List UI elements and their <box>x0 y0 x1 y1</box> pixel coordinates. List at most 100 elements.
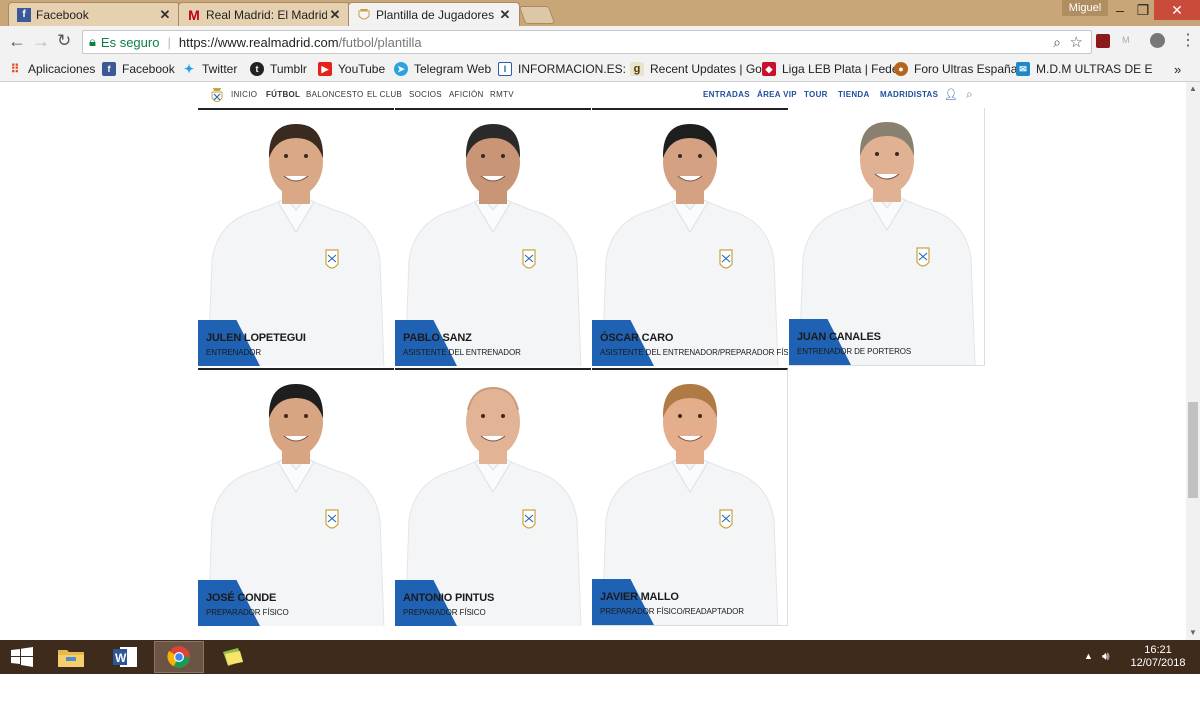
staff-caption: JULEN LOPETEGUI ENTRENADOR <box>198 320 394 366</box>
address-bar[interactable]: 🔒︎ Es seguro | https://www.realmadrid.co… <box>82 30 1092 54</box>
staff-first-name: JOSÉ <box>206 592 235 604</box>
staff-last-name: LOPETEGUI <box>243 332 306 344</box>
staff-card[interactable]: JUAN CANALES ENTRENADOR DE PORTEROS <box>789 108 985 366</box>
minimize-button[interactable]: – <box>1108 0 1132 20</box>
staff-role: PREPARADOR FÍSICO <box>403 608 486 617</box>
close-tab-icon[interactable]: ✕ <box>327 7 343 23</box>
bookmark-youtube[interactable]: ▶ YouTube <box>318 62 385 76</box>
close-window-button[interactable]: ✕ <box>1154 0 1200 20</box>
chat-icon: ✉ <box>1016 62 1030 76</box>
bookmark-label: Aplicaciones <box>28 62 96 76</box>
user-icon[interactable]: 👤︎ <box>944 88 958 101</box>
back-arrow-icon[interactable]: ← <box>8 31 26 52</box>
volume-icon[interactable]: 🔊︎ <box>1102 649 1110 664</box>
scrollbar-thumb[interactable] <box>1188 402 1198 498</box>
scroll-up-icon[interactable]: ▲ <box>1189 84 1197 93</box>
ublock-extension-icon[interactable] <box>1096 34 1110 48</box>
scroll-down-icon[interactable]: ▼ <box>1189 628 1197 637</box>
staff-card[interactable]: JULEN LOPETEGUI ENTRENADOR <box>198 108 394 366</box>
word-icon[interactable]: W <box>100 641 150 673</box>
nav-entradas[interactable]: ENTRADAS <box>703 90 750 99</box>
staff-name: JAVIER MALLO <box>600 591 679 603</box>
menu-kebab-icon[interactable]: ⋮ <box>1180 30 1196 50</box>
bookmark-apps[interactable]: ⠿ Aplicaciones <box>8 62 96 76</box>
tab-marca[interactable]: M Real Madrid: El Madrid cc ✕ <box>178 2 350 26</box>
chrome-icon[interactable] <box>154 641 204 673</box>
bookmark-goodreads[interactable]: g Recent Updates | Go <box>630 62 762 76</box>
bottom-margin <box>0 674 1200 706</box>
profile-button[interactable]: Miguel <box>1062 0 1108 16</box>
reload-icon[interactable]: ↻ <box>57 31 71 51</box>
nav-inicio[interactable]: INICIO <box>231 90 257 99</box>
bookmark-foro[interactable]: ● Foro Ultras España <box>894 62 1017 76</box>
bookmark-label: Telegram Web <box>414 62 492 76</box>
staff-card[interactable]: ANTONIO PINTUS PREPARADOR FÍSICO <box>395 368 591 626</box>
bookmark-label: Foro Ultras España <box>914 62 1018 76</box>
bookmark-tumblr[interactable]: t Tumblr <box>250 62 307 76</box>
staff-name: ÓSCAR CARO <box>600 332 673 344</box>
lock-icon: 🔒︎ <box>89 34 96 49</box>
staff-last-name: CANALES <box>829 331 881 343</box>
close-tab-icon[interactable]: ✕ <box>157 7 173 23</box>
telegram-icon: ➤ <box>394 62 408 76</box>
extension-icon[interactable]: M <box>1122 35 1130 45</box>
restore-button[interactable]: ❐ <box>1132 0 1154 20</box>
nav-futbol[interactable]: FÚTBOL <box>266 90 300 99</box>
tray-overflow-icon[interactable]: ▲ <box>1084 651 1093 661</box>
tumblr-icon: t <box>250 62 264 76</box>
page-scrollbar[interactable]: ▲ ▼ <box>1186 82 1200 640</box>
site-navigation: INICIO FÚTBOL BALONCESTO EL CLUB SOCIOS … <box>198 82 985 108</box>
staff-card[interactable]: ÓSCAR CARO ASISTENTE DEL ENTRENADOR/PREPA… <box>592 108 788 366</box>
sticky-notes-icon[interactable] <box>208 641 258 673</box>
nav-baloncesto[interactable]: BALONCESTO <box>306 90 364 99</box>
nav-aficion[interactable]: AFICIÓN <box>449 90 484 99</box>
staff-role: ENTRENADOR DE PORTEROS <box>797 347 912 356</box>
system-clock[interactable]: 16:21 12/07/2018 <box>1128 644 1188 670</box>
staff-card[interactable]: PABLO SANZ ASISTENTE DEL ENTRENADOR <box>395 108 591 366</box>
forward-arrow-icon[interactable]: → <box>32 31 50 52</box>
nav-tienda[interactable]: TIENDA <box>838 90 870 99</box>
staff-first-name: JUAN <box>797 331 827 343</box>
liga-icon: ◆ <box>762 62 776 76</box>
staff-card[interactable]: JAVIER MALLO PREPARADOR FÍSICO/READAPTADO… <box>592 368 788 626</box>
bookmark-label: YouTube <box>338 62 386 76</box>
staff-first-name: JAVIER <box>600 591 638 603</box>
bookmark-twitter[interactable]: ✦ Twitter <box>182 62 237 76</box>
staff-caption: JAVIER MALLO PREPARADOR FÍSICO/READAPTADO… <box>592 579 787 625</box>
close-tab-icon[interactable]: ✕ <box>497 7 513 23</box>
file-explorer-icon[interactable] <box>46 641 96 673</box>
svg-text:W: W <box>115 651 127 665</box>
bookmark-mdm[interactable]: ✉ M.D.M ULTRAS DE E <box>1016 62 1152 76</box>
bookmark-star-icon[interactable]: ☆ <box>1070 33 1083 51</box>
new-tab-button[interactable] <box>518 6 556 24</box>
staff-caption: ÓSCAR CARO ASISTENTE DEL ENTRENADOR/PREPA… <box>592 320 788 366</box>
nav-tour[interactable]: TOUR <box>804 90 828 99</box>
tab-facebook[interactable]: f Facebook ✕ <box>8 2 180 26</box>
bookmark-liga[interactable]: ◆ Liga LEB Plata | Fede <box>762 62 899 76</box>
extension-circle-icon[interactable] <box>1150 33 1165 48</box>
staff-first-name: PABLO <box>403 332 440 344</box>
bookmark-facebook[interactable]: f Facebook <box>102 62 175 76</box>
realmadrid-crest-icon[interactable] <box>210 87 224 107</box>
nav-area-vip[interactable]: ÁREA VIP <box>757 90 797 99</box>
tab-plantilla[interactable]: Plantilla de Jugadores de ✕ <box>348 2 520 26</box>
staff-role: ASISTENTE DEL ENTRENADOR <box>403 348 521 357</box>
windows-start-icon[interactable] <box>0 641 44 673</box>
zoom-icon[interactable]: ⌕ <box>1053 34 1061 51</box>
nav-socios[interactable]: SOCIOS <box>409 90 442 99</box>
tab-strip: f Facebook ✕ M Real Madrid: El Madrid cc… <box>0 0 1200 26</box>
staff-card[interactable]: JOSÉ CONDE PREPARADOR FÍSICO <box>198 368 394 626</box>
nav-el-club[interactable]: EL CLUB <box>367 90 402 99</box>
staff-name: ANTONIO PINTUS <box>403 592 494 604</box>
bookmark-telegram[interactable]: ➤ Telegram Web <box>394 62 491 76</box>
tab-title: Plantilla de Jugadores de <box>376 7 497 22</box>
search-icon[interactable]: ⌕ <box>966 87 973 102</box>
staff-role: PREPARADOR FÍSICO/READAPTADOR <box>600 607 744 616</box>
staff-name: PABLO SANZ <box>403 332 472 344</box>
staff-caption: PABLO SANZ ASISTENTE DEL ENTRENADOR <box>395 320 591 366</box>
bookmark-informacion[interactable]: I INFORMACION.ES: N <box>498 62 638 76</box>
nav-rmtv[interactable]: RMTV <box>490 90 514 99</box>
youtube-icon: ▶ <box>318 62 332 76</box>
more-bookmarks-button[interactable]: » <box>1174 62 1181 77</box>
nav-madridistas[interactable]: MADRIDISTAS <box>880 90 938 99</box>
